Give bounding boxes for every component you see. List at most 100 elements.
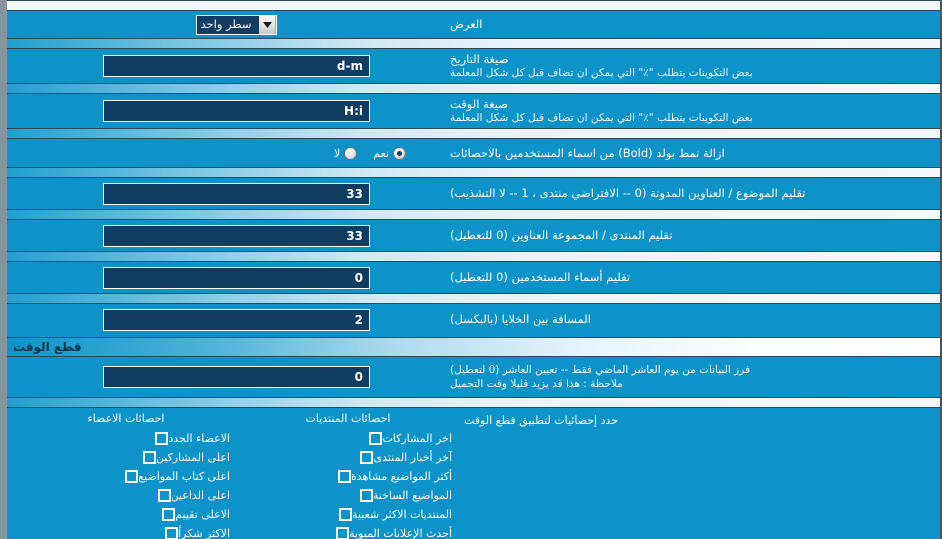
remove-bold-no[interactable]: لا (334, 146, 358, 160)
row-trim-usernames: تقليم أسماء المستخدمين (0 للتعطيل) (7, 262, 940, 293)
separator-6 (7, 251, 940, 262)
checkbox-label: اعلى الداعين (170, 489, 230, 502)
date-format-title: صيغة التاريخ (450, 52, 509, 66)
checkbox-icon[interactable] (124, 469, 140, 484)
checkbox-icon[interactable] (161, 507, 177, 522)
member-stats-heading: احصائات الاعضاء (87, 412, 165, 425)
checkbox-icon[interactable] (156, 488, 172, 503)
trim-usernames-title: تقليم أسماء المستخدمين (0 للتعطيل) (450, 270, 631, 284)
checkbox-icon[interactable] (359, 450, 375, 465)
remove-bold-label-cell: ازالة نمط بولد (Bold) من اسماء المستخدمي… (446, 146, 940, 161)
forum-stats-column: احصائات المنتديات اخر المشاركات آخر أخبا… (238, 412, 460, 539)
sort-rule-input[interactable] (103, 366, 370, 388)
checkbox-label: اخر المشاركات (382, 432, 452, 445)
checkbox-row[interactable]: أحدث الإعلانات المبوبة (238, 524, 458, 539)
checkbox-icon[interactable] (335, 526, 351, 539)
checkbox-icon[interactable] (141, 450, 157, 465)
radio-no-icon[interactable] (344, 146, 358, 160)
checkbox-label: آخر أخبار المنتدى (373, 451, 452, 464)
display-select-value: سطر واحد (196, 15, 260, 34)
row-trim-topic-titles: تقليم الموضوع / العناوين المدونة (0 -- ا… (7, 178, 940, 209)
checkbox-label: اعلى المشاركين (155, 451, 230, 464)
checkbox-row[interactable]: اعلى الداعين (16, 486, 236, 505)
checkbox-icon[interactable] (154, 431, 170, 446)
row-remove-bold: ازالة نمط بولد (Bold) من اسماء المستخدمي… (7, 139, 940, 167)
sort-rule-label-cell: فرز البيانات من يوم العاشر الماضي فقط --… (446, 363, 940, 391)
trim-topic-field-cell (7, 182, 446, 205)
sort-rule-line2: ملاحظة : هذا قد يزيد قليلا وقت التحميل (450, 378, 623, 390)
trim-usernames-label-cell: تقليم أسماء المستخدمين (0 للتعطيل) (446, 270, 940, 285)
date-format-hint: بعض التكوينات يتطلب "٪" التي يمكن ان تضا… (450, 67, 753, 79)
checkbox-row[interactable]: اعلى المشاركين (16, 448, 236, 467)
separator-7 (7, 293, 940, 304)
date-format-input[interactable] (103, 55, 370, 77)
separator-4 (7, 167, 940, 178)
display-label: العرض (450, 17, 483, 31)
trim-topic-input[interactable] (103, 182, 370, 205)
remove-bold-no-label: لا (334, 146, 341, 160)
trim-topic-label-cell: تقليم الموضوع / العناوين المدونة (0 -- ا… (446, 186, 940, 201)
row-sort-rule: فرز البيانات من يوم العاشر الماضي فقط --… (7, 357, 940, 397)
checkbox-label: أكثر المواضيع مشاهدة (350, 470, 452, 483)
separator-2 (7, 83, 940, 94)
checkbox-row[interactable]: اخر المشاركات (238, 429, 458, 448)
checkbox-row[interactable]: المواضيع الساخنة (238, 486, 458, 505)
remove-bold-field-cell: نعم لا (7, 146, 446, 160)
forum-stats-heading: احصائات المنتديات (305, 412, 391, 425)
time-format-input[interactable] (103, 100, 370, 122)
checkbox-row[interactable]: أكثر المواضيع مشاهدة (238, 467, 458, 486)
display-label-cell: العرض (446, 17, 940, 32)
display-field-cell: سطر واحد (7, 14, 446, 35)
settings-page: العرض سطر واحد صيغة التاريخ بعض التكوينا… (0, 0, 942, 539)
separator-8 (7, 397, 940, 408)
trim-forum-input[interactable] (103, 224, 370, 247)
cell-spacing-field-cell (7, 308, 446, 331)
trim-forum-field-cell (7, 224, 446, 247)
row-cell-spacing: المسافة بين الخلايا (بالبكسل) (7, 304, 940, 335)
separator-5 (7, 209, 940, 220)
sort-rule-line1: فرز البيانات من يوم العاشر الماضي فقط --… (450, 364, 750, 376)
cell-spacing-input[interactable] (103, 308, 370, 331)
checkbox-icon[interactable] (368, 431, 384, 446)
checkbox-label: المنتديات الاكثر شعبية (352, 508, 452, 521)
section-header-time-cut: قطع الوقت (7, 337, 940, 357)
row-time-format: صيغة الوقت بعض التكوينات يتطلب "٪" التي … (7, 94, 940, 128)
cell-spacing-title: المسافة بين الخلايا (بالبكسل) (450, 312, 591, 326)
date-format-field-cell (7, 55, 446, 77)
separator-top (7, 0, 940, 11)
trim-usernames-input[interactable] (103, 266, 370, 289)
trim-forum-label-cell: تقليم المنتدى / المجموعة العناوين (0 للت… (446, 228, 940, 243)
radio-yes-icon[interactable] (393, 146, 406, 160)
checkbox-label: اعلى كتاب المواضيع (138, 470, 230, 483)
checkbox-row[interactable]: آخر أخبار المنتدى (238, 448, 458, 467)
remove-bold-title: ازالة نمط بولد (Bold) من اسماء المستخدمي… (450, 145, 725, 160)
time-format-title: صيغة الوقت (450, 97, 509, 111)
section-header-time-cut-label: قطع الوقت (13, 340, 82, 354)
display-select[interactable]: سطر واحد (195, 14, 278, 35)
checkbox-icon[interactable] (164, 526, 180, 539)
checkbox-row[interactable]: الاعضاء الجدد (16, 429, 236, 448)
date-format-label-cell: صيغة التاريخ بعض التكوينات يتطلب "٪" الت… (446, 52, 940, 80)
checkbox-icon[interactable] (338, 507, 354, 522)
checkbox-label: المواضيع الساخنة (372, 489, 452, 502)
time-format-field-cell (7, 100, 446, 122)
chevron-down-icon[interactable] (259, 15, 277, 34)
checkbox-row[interactable]: الاعلى تقييم (16, 505, 236, 524)
checkbox-row[interactable]: المنتديات الاكثر شعبية (238, 505, 458, 524)
select-stats-label: حدد إحصائيات لتطبيق قطع الوقت (464, 414, 619, 427)
checkbox-row[interactable]: الاكثر شكراً (16, 524, 236, 539)
checkbox-label: الاكثر شكراً (178, 527, 230, 539)
stats-selection-area: حدد إحصائيات لتطبيق قطع الوقت احصائات ال… (7, 408, 940, 539)
cell-spacing-label-cell: المسافة بين الخلايا (بالبكسل) (446, 312, 940, 327)
remove-bold-yes[interactable]: نعم (373, 146, 406, 160)
checkbox-row[interactable]: اعلى كتاب المواضيع (16, 467, 236, 486)
time-format-hint: بعض التكوينات يتطلب "٪" التي يمكن ان تضا… (450, 112, 753, 124)
trim-forum-title: تقليم المنتدى / المجموعة العناوين (0 للت… (450, 228, 673, 242)
checkbox-icon[interactable] (336, 469, 352, 484)
checkbox-label: الاعضاء الجدد (168, 432, 230, 445)
separator-3 (7, 128, 940, 139)
separator-1 (7, 38, 940, 49)
row-trim-forum-titles: تقليم المنتدى / المجموعة العناوين (0 للت… (7, 220, 940, 251)
checkbox-icon[interactable] (358, 488, 374, 503)
row-display: العرض سطر واحد (7, 11, 940, 38)
